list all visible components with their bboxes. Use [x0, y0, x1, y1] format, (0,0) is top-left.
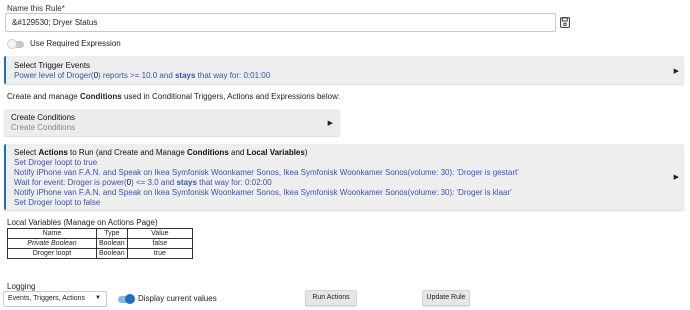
run-actions-button[interactable]: Run Actions	[305, 290, 357, 306]
caret-down-icon: ▼	[95, 295, 101, 301]
action-line: Set Droger loopt to false	[14, 198, 101, 207]
expand-arrow-icon: ▶	[673, 68, 679, 75]
create-conditions-subtitle: Create Conditions	[11, 123, 76, 132]
variable-value: false	[126, 238, 194, 249]
logging-select[interactable]: Events, Triggers, Actions ▼	[3, 291, 107, 307]
trigger-events-description: Power level of Droger(0) reports >= 10.0…	[14, 71, 271, 80]
action-line: Notify iPhone van F.A.N. and Speak on Ik…	[14, 168, 519, 177]
required-expression-toggle[interactable]	[7, 39, 24, 49]
actions-title: Select Actions to Run (and Create and Ma…	[14, 148, 308, 157]
display-current-values-label: Display current values	[138, 294, 217, 303]
create-conditions-panel[interactable]: Create Conditions Create Conditions ▶	[4, 109, 340, 136]
local-variables-label: Local Variables (Manage on Actions Page)	[7, 218, 158, 227]
save-icon[interactable]	[560, 17, 570, 28]
expand-arrow-icon: ▶	[673, 174, 679, 181]
column-header: Value	[126, 228, 194, 239]
column-header: Name	[7, 228, 97, 239]
conditions-description: Create and manage Conditions used in Con…	[7, 92, 341, 101]
local-variables-table: Name Type Value Private Boolean Boolean …	[7, 228, 194, 259]
table-row: Droger loopt Boolean true	[7, 248, 194, 259]
create-conditions-title: Create Conditions	[11, 113, 76, 122]
logging-label: Logging	[7, 282, 36, 291]
variable-value: true	[126, 248, 194, 259]
column-header: Type	[96, 228, 128, 239]
trigger-events-title: Select Trigger Events	[14, 61, 91, 70]
rule-name-label: Name this Rule*	[7, 4, 65, 13]
expand-arrow-icon: ▶	[327, 120, 333, 127]
required-expression-label: Use Required Expression	[30, 39, 121, 48]
action-line: Notify iPhone van F.A.N. and Speak on Ik…	[14, 188, 512, 197]
trigger-events-panel[interactable]: Select Trigger Events Power level of Dro…	[4, 56, 684, 84]
table-header-row: Name Type Value	[7, 228, 194, 239]
update-rule-button[interactable]: Update Rule	[422, 290, 470, 306]
variable-type: Boolean	[96, 238, 128, 249]
action-line: Set Droger loopt to true	[14, 158, 98, 167]
table-row: Private Boolean Boolean false	[7, 238, 194, 249]
actions-panel[interactable]: Select Actions to Run (and Create and Ma…	[4, 144, 684, 210]
display-current-values-toggle[interactable]	[118, 294, 135, 304]
variable-type: Boolean	[96, 248, 128, 259]
rule-name-input[interactable]	[5, 13, 556, 32]
logging-selected-value: Events, Triggers, Actions	[8, 295, 86, 302]
action-line: Wait for event: Droger is power(0) <= 3.…	[14, 178, 272, 187]
variable-name: Droger loopt	[7, 248, 97, 259]
variable-name: Private Boolean	[7, 238, 97, 249]
